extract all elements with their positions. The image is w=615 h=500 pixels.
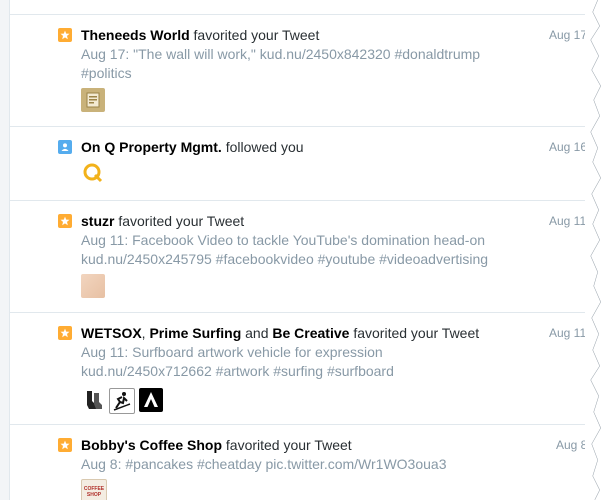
star-icon: [58, 28, 72, 42]
star-icon: [58, 438, 72, 452]
notification-item[interactable]: Bobby's Coffee Shop favorited your Tweet…: [10, 424, 600, 500]
tweet-text-line[interactable]: #politics: [81, 64, 551, 83]
bobbys-coffee-avatar[interactable]: COFFEE SHOP: [81, 479, 107, 500]
tweet-text-line[interactable]: Aug 11: Facebook Video to tackle YouTube…: [81, 231, 551, 250]
notification-summary: On Q Property Mgmt. followed you: [81, 138, 304, 156]
notification-summary: stuzr favorited your Tweet: [81, 212, 244, 230]
tweet-text-line[interactable]: Aug 11: Surfboard artwork vehicle for ex…: [81, 343, 551, 362]
tweet-text-line[interactable]: Aug 8: #pancakes #cheatday pic.twitter.c…: [81, 455, 551, 474]
star-icon: [58, 214, 72, 228]
actor-name[interactable]: Bobby's Coffee Shop: [81, 437, 222, 453]
actor-name[interactable]: Theneeds World: [81, 27, 190, 43]
action-text: followed you: [225, 139, 304, 155]
actor-name[interactable]: WETSOX: [81, 325, 142, 341]
notification-summary: Theneeds World favorited your Tweet: [81, 26, 319, 44]
and-text: and: [245, 325, 269, 341]
tweet-text-line[interactable]: kud.nu/2450x712662 #artwork #surfing #su…: [81, 362, 551, 381]
theneeds-avatar[interactable]: [81, 88, 105, 112]
avatar-row: [81, 88, 105, 112]
action-text: favorited your Tweet: [353, 325, 480, 341]
actor-name[interactable]: Be Creative: [272, 325, 349, 341]
notification-date[interactable]: Aug 11: [549, 213, 586, 229]
left-rail: [0, 0, 10, 500]
star-icon: [58, 326, 72, 340]
actor-name[interactable]: stuzr: [81, 213, 114, 229]
avatar-row: [81, 388, 163, 414]
actor-name[interactable]: On Q Property Mgmt.: [81, 139, 222, 155]
tweet-text-line[interactable]: kud.nu/2450x245795 #facebookvideo #youtu…: [81, 250, 551, 269]
prime-surfing-avatar[interactable]: [109, 388, 135, 414]
avatar-row: [81, 161, 105, 185]
notification-item[interactable]: Theneeds World favorited your Tweet Aug …: [10, 14, 600, 127]
notification-item[interactable]: WETSOX, Prime Surfing and Be Creative fa…: [10, 312, 600, 425]
person-icon: [58, 140, 72, 154]
notification-date[interactable]: Aug 17: [549, 27, 587, 43]
notifications-page: Theneeds World favorited your Tweet Aug …: [0, 0, 615, 500]
avatar-row: COFFEE SHOP: [81, 479, 107, 500]
notifications-feed: Theneeds World favorited your Tweet Aug …: [10, 0, 600, 500]
action-text: favorited your Tweet: [225, 437, 352, 453]
action-text: favorited your Tweet: [118, 213, 245, 229]
be-creative-avatar[interactable]: [139, 388, 163, 412]
notification-item[interactable]: On Q Property Mgmt. followed you Aug 16: [10, 126, 600, 201]
notification-summary: WETSOX, Prime Surfing and Be Creative fa…: [81, 324, 479, 342]
tweet-text-line[interactable]: Aug 17: "The wall will work," kud.nu/245…: [81, 45, 551, 64]
notification-item[interactable]: stuzr favorited your Tweet Aug 11 Aug 11…: [10, 200, 600, 313]
notification-summary: Bobby's Coffee Shop favorited your Tweet: [81, 436, 352, 454]
avatar-logo-text: COFFEE SHOP: [83, 486, 105, 498]
wetsox-avatar[interactable]: [81, 388, 105, 412]
notification-date[interactable]: Aug 11: [549, 325, 586, 341]
stuzr-avatar[interactable]: [81, 274, 105, 298]
actor-name[interactable]: Prime Surfing: [149, 325, 241, 341]
notification-date[interactable]: Aug 8: [556, 437, 587, 453]
actor-separator: ,: [141, 325, 146, 341]
action-text: favorited your Tweet: [193, 27, 320, 43]
avatar-row: [81, 274, 105, 298]
onq-avatar[interactable]: [81, 161, 105, 185]
notification-date[interactable]: Aug 16: [549, 139, 587, 155]
